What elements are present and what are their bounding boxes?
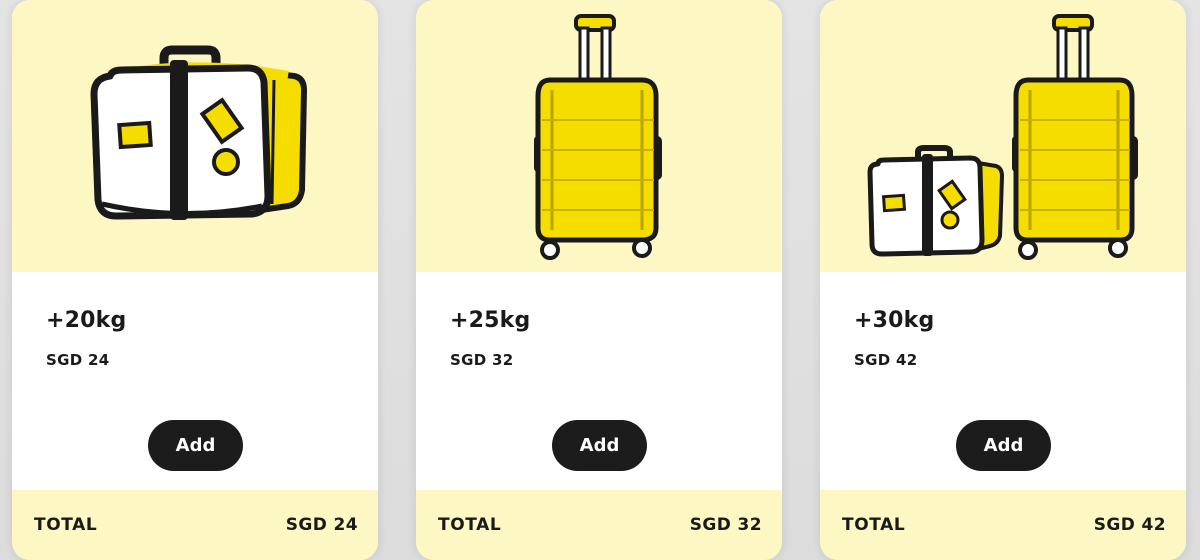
total-label: TOTAL xyxy=(842,515,906,535)
suitcase-pair-icon xyxy=(867,14,1138,260)
total-value: SGD 24 xyxy=(285,515,358,535)
total-bar: TOTAL SGD 24 xyxy=(12,490,378,560)
baggage-weight: +20kg xyxy=(46,308,127,333)
baggage-card-25kg: +25kg SGD 32 Add TOTAL SGD 32 xyxy=(416,0,782,560)
baggage-weight: +30kg xyxy=(854,308,935,333)
add-button[interactable]: Add xyxy=(956,420,1051,471)
add-button[interactable]: Add xyxy=(552,420,647,471)
total-label: TOTAL xyxy=(34,515,98,535)
baggage-price: SGD 32 xyxy=(450,351,514,369)
total-bar: TOTAL SGD 32 xyxy=(416,490,782,560)
baggage-price: SGD 24 xyxy=(46,351,110,369)
small-suitcase-icon xyxy=(90,45,307,220)
total-bar: TOTAL SGD 42 xyxy=(820,490,1186,560)
baggage-price: SGD 42 xyxy=(854,351,918,369)
total-value: SGD 42 xyxy=(1093,515,1166,535)
illustration-panel xyxy=(12,0,378,272)
illustration-panel xyxy=(416,0,782,272)
illustration-panel xyxy=(820,0,1186,272)
baggage-card-20kg: +20kg SGD 24 Add TOTAL SGD 24 xyxy=(12,0,378,560)
baggage-weight: +25kg xyxy=(450,308,531,333)
total-value: SGD 32 xyxy=(689,515,762,535)
total-label: TOTAL xyxy=(438,515,502,535)
add-button[interactable]: Add xyxy=(148,420,243,471)
baggage-options-page: +20kg SGD 24 Add TOTAL SGD 24 +25kg SGD … xyxy=(0,0,1200,560)
baggage-card-30kg: +30kg SGD 42 Add TOTAL SGD 42 xyxy=(820,0,1186,560)
trolley-suitcase-icon xyxy=(534,14,662,260)
